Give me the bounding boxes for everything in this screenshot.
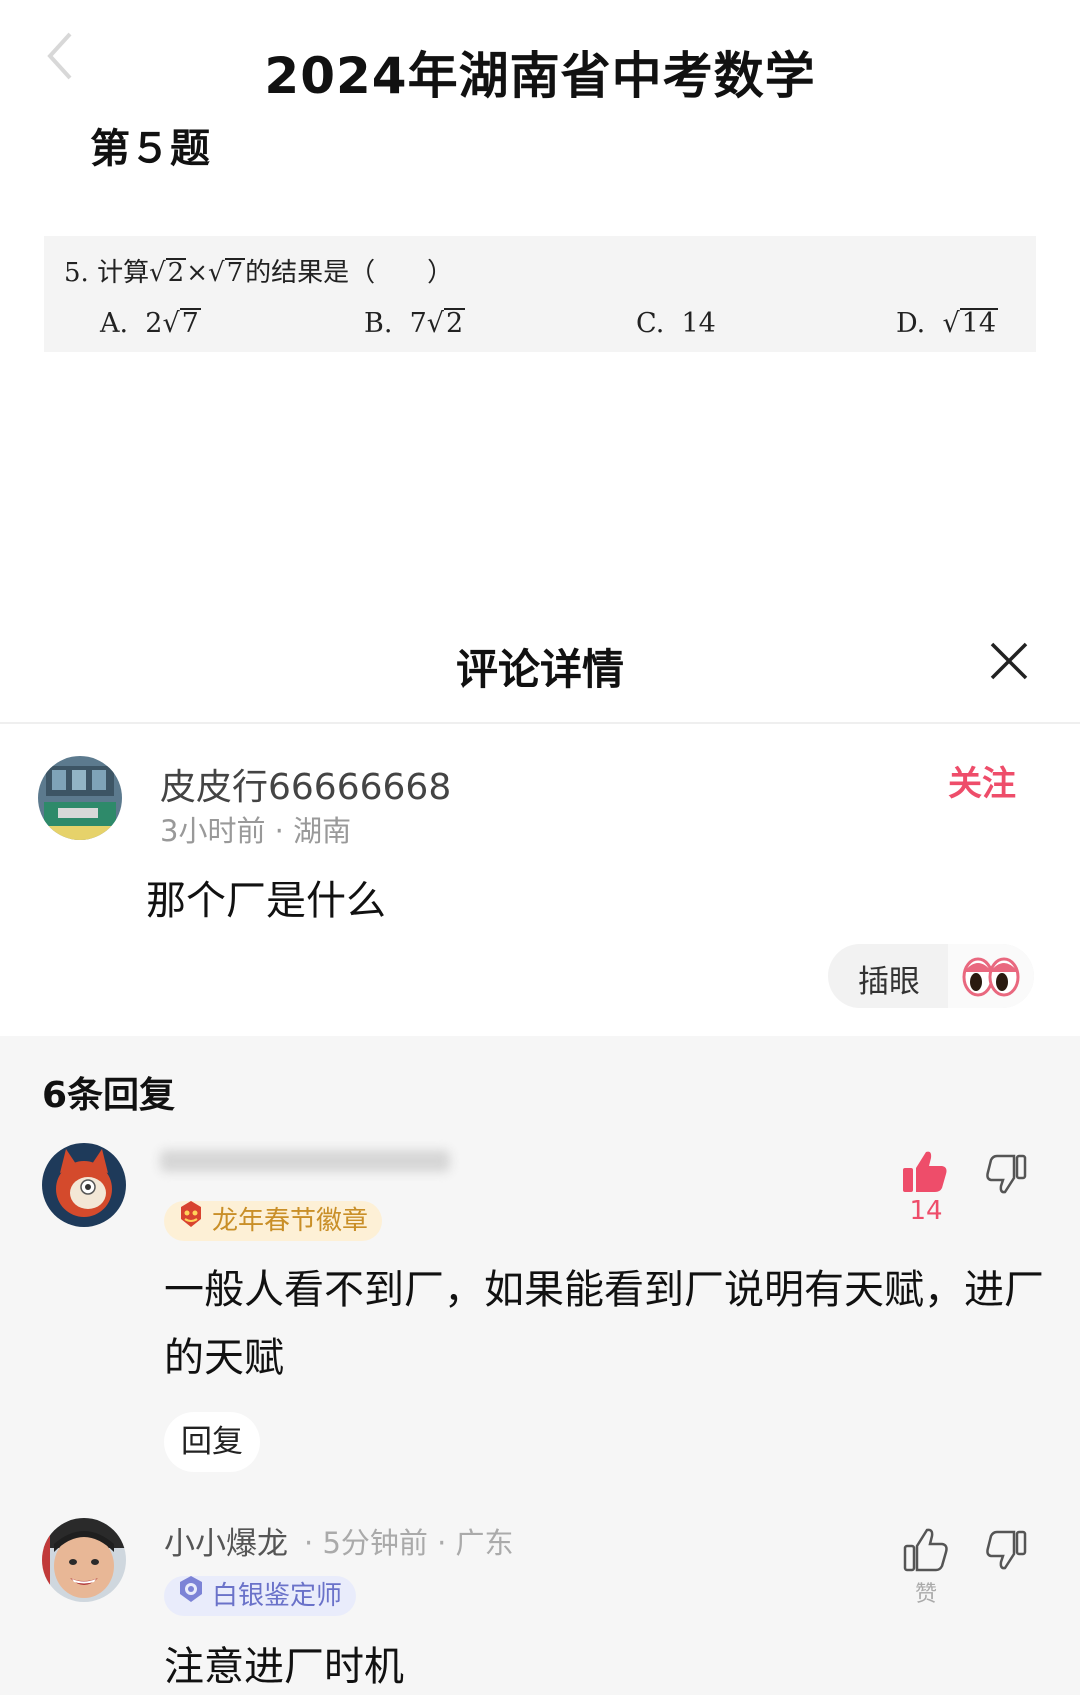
avatar[interactable] — [38, 756, 122, 840]
reply-text: 一般人看不到厂，如果能看到厂说明有天赋，进厂的天赋 — [164, 1267, 1044, 1381]
question-image: 5. 计算√2×√7的结果是（ ） A. 2√7 B. 7√2 C. 14 D.… — [44, 236, 1036, 352]
reply-meta: · 5分钟前 · 广东 — [304, 1526, 514, 1560]
appraiser-badge-icon — [176, 1574, 206, 1616]
like-count: 14 — [909, 1196, 943, 1226]
poke-label: 插眼 — [858, 964, 920, 1000]
reply-count: 6条回复 — [42, 1075, 176, 1116]
like-label: 赞 — [914, 1582, 937, 1607]
reply-text: 注意进厂时机 — [164, 1644, 404, 1690]
dragon-badge-icon — [176, 1199, 206, 1241]
comment-meta: 3小时前 · 湖南 — [160, 814, 352, 848]
thumbs-up-icon[interactable] — [900, 1148, 950, 1196]
question-stem: 5. 计算√2×√7的结果是（ ） — [64, 258, 454, 288]
avatar[interactable] — [42, 1143, 126, 1227]
option-c: C. 14 — [636, 308, 716, 339]
user-badge[interactable]: 龙年春节徽章 — [164, 1199, 383, 1241]
option-b: B. 7√2 — [364, 308, 466, 339]
comment-text: 那个厂是什么 — [146, 878, 386, 924]
eyes-icon — [948, 944, 1034, 1008]
poke-button[interactable]: 插眼 — [828, 944, 1034, 1008]
username[interactable] — [160, 1140, 460, 1182]
thumbs-up-icon[interactable] — [902, 1526, 950, 1574]
divider — [0, 722, 1080, 724]
thumbs-down-icon[interactable] — [984, 1528, 1028, 1572]
close-icon[interactable] — [984, 636, 1034, 686]
option-d: D. √14 — [896, 308, 999, 339]
username[interactable]: 皮皮行66666668 — [160, 758, 451, 810]
user-badge[interactable]: 白银鉴定师 — [164, 1574, 357, 1616]
follow-button[interactable]: 关注 — [948, 756, 1016, 805]
avatar[interactable] — [42, 1518, 126, 1602]
thumbs-down-icon[interactable] — [984, 1152, 1028, 1196]
username[interactable]: 小小爆龙 — [164, 1518, 288, 1563]
reply-button[interactable]: 回复 — [164, 1412, 260, 1472]
option-a: A. 2√7 — [100, 308, 201, 339]
page-title: 2024年湖南省中考数学 — [264, 47, 816, 105]
sheet-title: 评论详情 — [455, 645, 624, 694]
question-number: 第５题 — [90, 126, 210, 172]
